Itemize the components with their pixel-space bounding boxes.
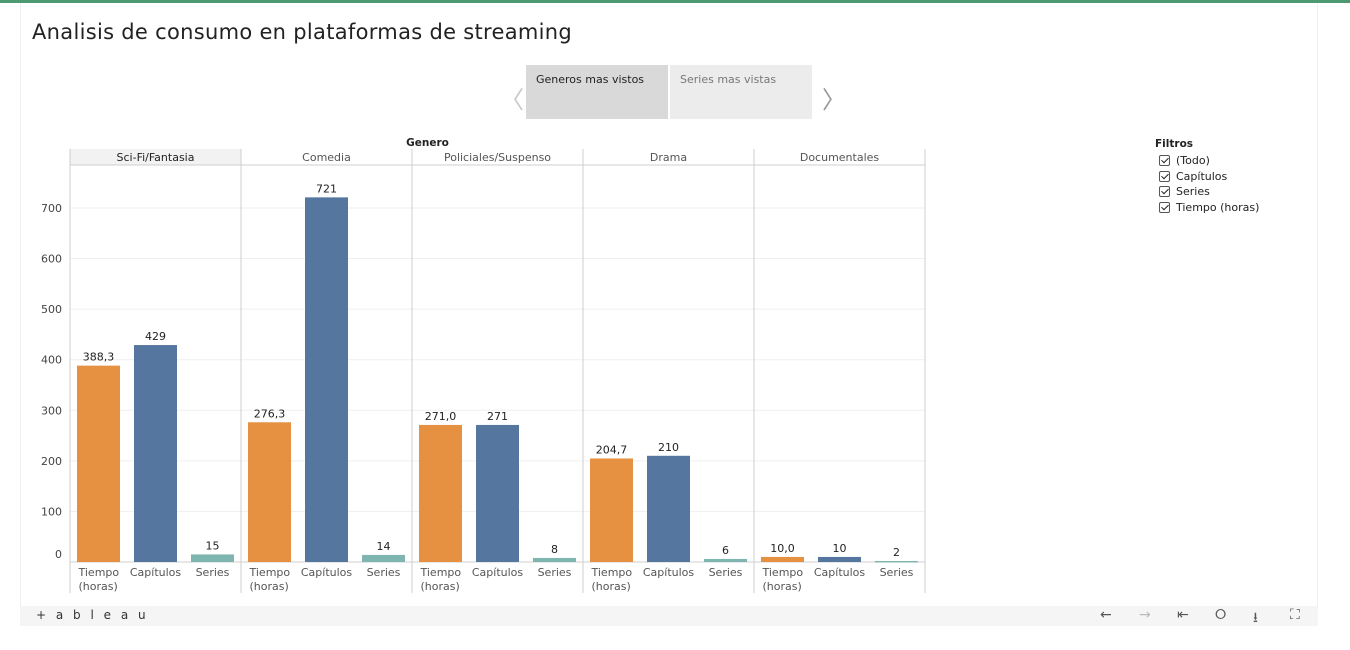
filter-item-series[interactable]: Series: [1155, 184, 1259, 200]
y-tick-label: 300: [41, 404, 62, 417]
bar: [818, 556, 861, 562]
x-tick-label: Tiempo: [762, 566, 804, 579]
y-tick-label: 400: [41, 354, 62, 367]
x-tick-label: Capítulos: [643, 566, 695, 579]
bar: [77, 365, 120, 562]
bar: [362, 554, 405, 562]
bar: [761, 556, 804, 562]
x-tick-label: Series: [367, 566, 401, 579]
x-tick-label: (horas): [763, 580, 802, 593]
checkbox-checked-icon[interactable]: [1159, 201, 1170, 213]
bar-chart: 0 100 200 300 400 500 600 700 Genero Sci-Fi/Fanta…: [41, 137, 926, 593]
data-label: 271: [487, 410, 508, 423]
filter-label: Tiempo (horas): [1176, 200, 1260, 214]
bar: [476, 424, 519, 562]
bar: [191, 554, 234, 562]
bar: [419, 424, 462, 562]
bar: [134, 345, 177, 562]
y-tick-label: 100: [41, 505, 62, 518]
undo-icon[interactable]: ←: [1100, 607, 1112, 623]
data-label: 10: [833, 542, 847, 555]
x-tick-label: Series: [538, 566, 572, 579]
bar: [248, 422, 291, 562]
filter-label: (Todo): [1176, 154, 1210, 168]
x-tick-label: Capítulos: [301, 566, 353, 579]
bar: [875, 560, 918, 563]
filter-title: Filtros: [1155, 138, 1194, 150]
data-label: 276,3: [254, 407, 286, 420]
y-tick-label: 0: [55, 548, 62, 561]
tableau-logo[interactable]: + a b l e a u: [36, 608, 149, 622]
checkbox-checked-icon[interactable]: [1159, 155, 1170, 167]
download-icon[interactable]: ⭳: [1253, 607, 1258, 631]
checkbox-checked-icon[interactable]: [1159, 170, 1170, 182]
data-label: 210: [658, 441, 679, 454]
data-label: 721: [316, 182, 337, 195]
filter-item-tiempo[interactable]: Tiempo (horas): [1155, 200, 1259, 216]
checkbox-checked-icon[interactable]: [1159, 186, 1170, 198]
bar: [590, 458, 633, 562]
data-label: 429: [145, 330, 166, 343]
revert-icon[interactable]: ⇤: [1177, 607, 1189, 623]
share-icon[interactable]: ⭘: [1215, 607, 1226, 623]
x-tick-label: Series: [196, 566, 230, 579]
x-tick-label: (horas): [79, 580, 118, 593]
data-label: 6: [722, 544, 729, 557]
data-label: 15: [206, 539, 220, 552]
group-axis-title: Genero: [406, 137, 449, 149]
data-label: 14: [377, 540, 391, 553]
y-tick-label: 700: [41, 202, 62, 215]
toolbar-footer: + a b l e a u ← → ⇤ ⭘ ⭳ ⛶: [20, 606, 1318, 626]
x-tick-label: Tiempo: [420, 566, 462, 579]
bar: [647, 455, 690, 562]
fullscreen-icon[interactable]: ⛶: [1290, 607, 1300, 623]
redo-icon[interactable]: →: [1139, 607, 1151, 623]
x-tick-label: (horas): [592, 580, 631, 593]
data-label: 204,7: [596, 443, 628, 456]
data-label: 8: [551, 543, 558, 556]
x-tick-label: Series: [709, 566, 743, 579]
data-label: 2: [893, 546, 900, 559]
x-tick-label: Tiempo: [78, 566, 120, 579]
group-header-label: Drama: [650, 151, 687, 164]
group-header-label: Sci-Fi/Fantasia: [117, 151, 195, 164]
x-tick-label: Tiempo: [249, 566, 291, 579]
filter-item-todo[interactable]: (Todo): [1155, 153, 1259, 169]
data-label: 10,0: [770, 542, 795, 555]
y-tick-label: 500: [41, 303, 62, 316]
x-tick-label: Tiempo: [591, 566, 633, 579]
bar: [533, 557, 576, 562]
group-header-label: Documentales: [800, 151, 880, 164]
data-label: 271,0: [425, 410, 457, 423]
x-tick-label: Series: [880, 566, 914, 579]
x-tick-label: Capítulos: [130, 566, 182, 579]
y-tick-label: 600: [41, 253, 62, 266]
filter-item-capitulos[interactable]: Capítulos: [1155, 169, 1259, 185]
x-tick-label: (horas): [250, 580, 289, 593]
group-header-label: Policiales/Suspenso: [444, 151, 551, 164]
bar: [704, 558, 747, 562]
data-label: 388,3: [83, 351, 115, 364]
filter-panel: Filtros (Todo) Capítulos Series Tiempo (…: [1155, 138, 1259, 215]
bar: [305, 197, 348, 562]
filter-label: Capítulos: [1176, 169, 1228, 183]
y-tick-label: 200: [41, 455, 62, 468]
x-tick-label: (horas): [421, 580, 460, 593]
x-tick-label: Capítulos: [814, 566, 866, 579]
group-header-label: Comedia: [302, 151, 351, 164]
x-tick-label: Capítulos: [472, 566, 524, 579]
filter-label: Series: [1176, 185, 1210, 199]
